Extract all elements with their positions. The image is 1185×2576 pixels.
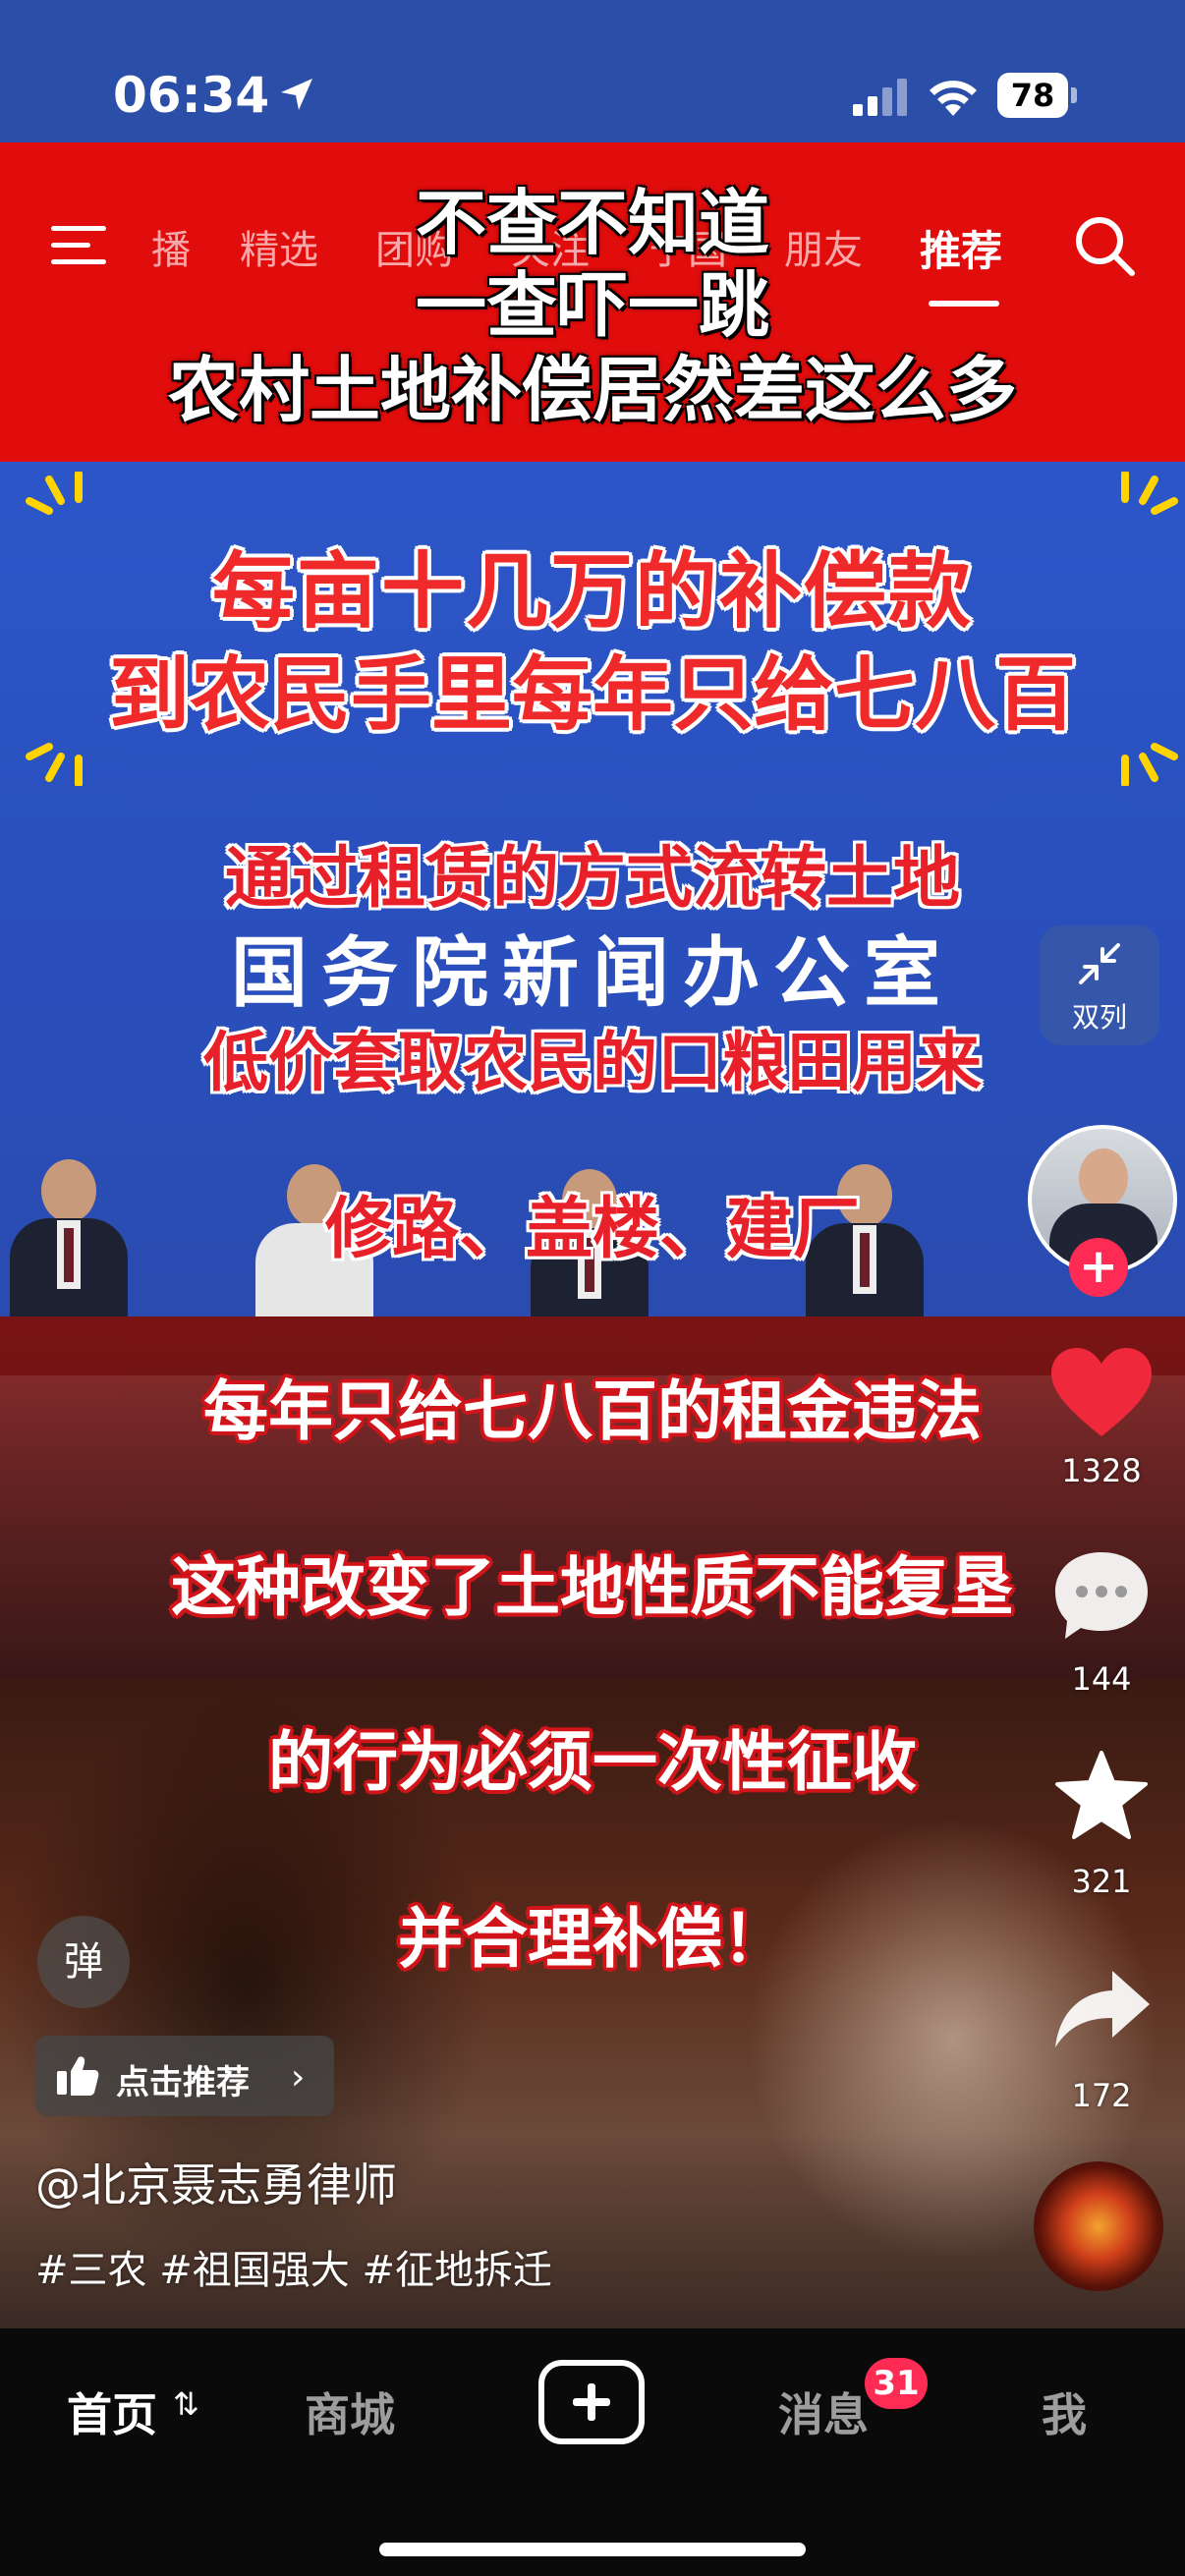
tab-home[interactable]: 首页 <box>67 2380 157 2444</box>
like-count: 1328 <box>1061 1452 1142 1489</box>
share-icon[interactable] <box>1047 1961 1156 2059</box>
recommend-label: 点击推荐 <box>116 2063 250 2102</box>
star-icon[interactable] <box>1047 1747 1156 1845</box>
heart-icon[interactable] <box>1047 1346 1156 1444</box>
tab-messages[interactable]: 消息 <box>778 2380 869 2444</box>
video-caption-line: 的行为必须一次性征收 <box>268 1724 917 1800</box>
collapse-arrows-icon <box>1079 943 1120 984</box>
favorite-count: 321 <box>1071 1863 1132 1900</box>
tab-me[interactable]: 我 <box>1042 2380 1087 2444</box>
danmu-toggle-button[interactable]: 弹 <box>37 1916 130 2008</box>
dual-column-button[interactable]: 双列 <box>1040 925 1159 1045</box>
video-caption-line: 每年只给七八百的租金违法 <box>203 1373 982 1449</box>
burst-decoration-icon <box>26 472 83 515</box>
video-subtitle-line: 修路、盖楼、建厂 <box>324 1191 860 1268</box>
chevron-right-icon: › <box>291 2057 306 2098</box>
recommend-button[interactable]: 点击推荐 › <box>35 2036 334 2116</box>
backdrop-text: 国务院新闻办公室 <box>230 929 954 1018</box>
bottom-tab-bar: 首页 ⇅ 商城 消息 31 我 <box>0 2328 1185 2576</box>
create-post-button[interactable] <box>538 2360 645 2444</box>
follow-plus-button[interactable]: + <box>1069 1238 1128 1297</box>
cellular-signal-icon <box>853 79 907 116</box>
dual-column-label: 双列 <box>1071 1001 1127 1034</box>
battery-level: 78 <box>997 73 1068 118</box>
wifi-icon <box>930 81 977 116</box>
tab-mall[interactable]: 商城 <box>305 2380 395 2444</box>
video-hashtags[interactable]: #三农 #祖国强大 #征地拆迁 <box>35 2238 552 2295</box>
video-caption-line: 这种改变了土地性质不能复垦 <box>171 1549 1014 1625</box>
comment-count: 144 <box>1071 1660 1132 1698</box>
music-disc[interactable] <box>1034 2161 1163 2291</box>
location-arrow-icon <box>281 79 312 110</box>
video-headline-line: 每亩十几万的补偿款 <box>211 543 973 640</box>
status-time: 06:34 <box>113 67 270 124</box>
share-count: 172 <box>1071 2077 1132 2114</box>
video-title-line: 农村土地补偿居然差这么多 <box>167 349 1017 431</box>
switch-feed-icon[interactable]: ⇅ <box>173 2385 199 2423</box>
comment-icon[interactable] <box>1047 1544 1156 1643</box>
messages-badge: 31 <box>865 2358 928 2409</box>
video-subtitle-line: 低价套取农民的口粮田用来 <box>203 1025 982 1100</box>
author-name[interactable]: @北京聂志勇律师 <box>35 2150 397 2214</box>
video-subtitle-line: 通过租赁的方式流转土地 <box>224 840 960 918</box>
burst-decoration-icon <box>1121 472 1178 515</box>
video-headline-line: 到农民手里每年只给七八百 <box>108 648 1076 742</box>
battery-icon: 78 <box>997 73 1078 118</box>
video-caption-line: 并合理补偿！ <box>398 1901 787 1977</box>
thumbs-up-icon <box>57 2056 99 2096</box>
home-indicator <box>379 2543 806 2556</box>
